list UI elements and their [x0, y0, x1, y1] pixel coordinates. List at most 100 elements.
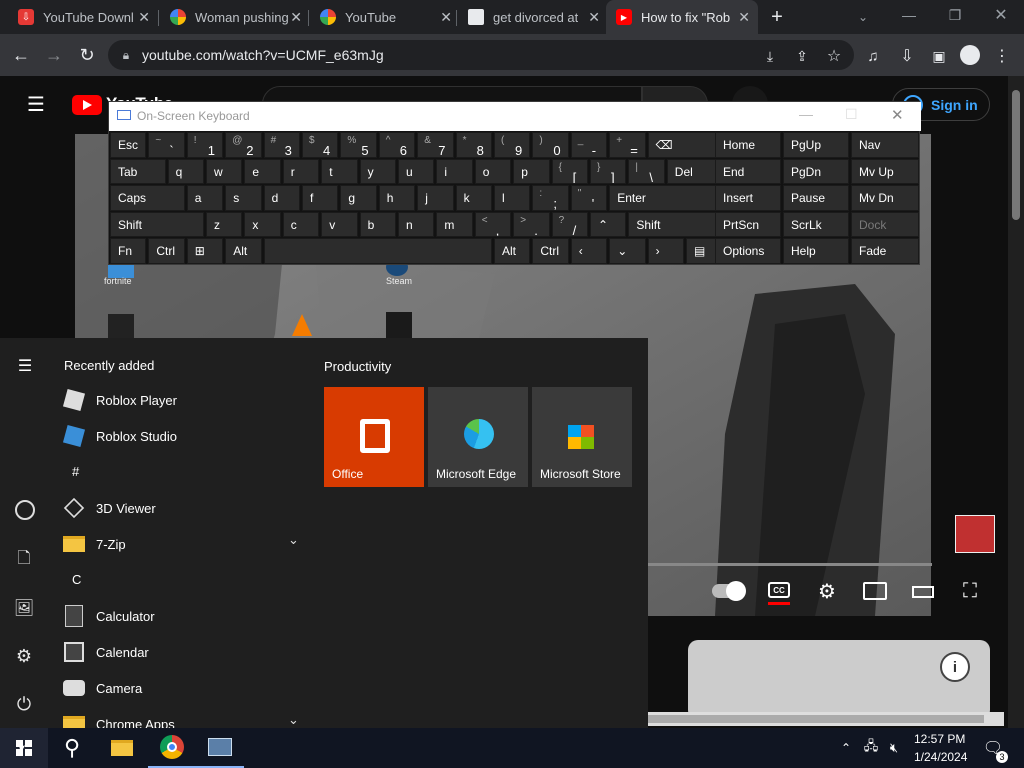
user-account-icon[interactable] — [15, 500, 35, 520]
start-tile[interactable]: Microsoft Store — [532, 387, 632, 487]
osk-title-bar[interactable]: On-Screen Keyboard — ☐ ✕ — [109, 102, 921, 131]
tab-4[interactable]: get divorced at ✕ — [458, 0, 608, 34]
osk-key[interactable]: _ - — [570, 132, 608, 158]
tab-5[interactable]: ▶ How to fix "Rob ✕ — [606, 0, 758, 34]
osk-key[interactable]: Fn — [110, 238, 147, 264]
osk-key[interactable]: | \ — [628, 158, 665, 185]
osk-key[interactable]: Caps — [110, 185, 185, 211]
osk-key[interactable]: n — [398, 211, 435, 238]
osk-key[interactable]: Ctrl — [532, 238, 569, 264]
scrollbar-thumb[interactable] — [1012, 90, 1020, 220]
osk-key[interactable]: h — [378, 185, 416, 211]
osk-key[interactable]: $4 — [302, 132, 339, 158]
osk-key[interactable]: Shift — [110, 211, 204, 238]
chevron-down-icon[interactable]: ⌄ — [288, 712, 299, 728]
miniplayer-icon[interactable] — [863, 582, 887, 600]
tab-close-icon[interactable]: ✕ — [588, 9, 600, 26]
close-window-icon[interactable]: ✕ — [990, 4, 1012, 26]
osk-key[interactable]: v — [321, 211, 358, 238]
tab-close-icon[interactable]: ✕ — [738, 9, 750, 26]
captions-icon[interactable]: CC — [768, 582, 790, 598]
progress-bar[interactable] — [648, 563, 932, 566]
osk-key[interactable]: x — [244, 211, 281, 238]
osk-nav-key[interactable]: PgDn — [783, 158, 849, 185]
tab-close-icon[interactable]: ✕ — [440, 9, 452, 26]
start-app-item[interactable]: Calendar — [62, 634, 302, 670]
osk-key[interactable]: d — [263, 185, 300, 211]
osk-key[interactable]: l — [494, 185, 531, 211]
start-app-item[interactable]: 3D Viewer — [62, 490, 302, 526]
osk-key[interactable]: Esc — [110, 132, 147, 158]
start-letter-header[interactable]: # — [72, 464, 79, 479]
start-app-item[interactable]: Calculator — [62, 598, 302, 634]
osk-key[interactable]: ⊞ — [186, 238, 224, 264]
osk-key[interactable]: y — [359, 158, 396, 185]
side-panel-icon[interactable]: ▣ — [928, 46, 950, 66]
network-icon[interactable]: 🖧︎ — [862, 738, 880, 758]
downloads-icon[interactable]: ⇩ — [896, 46, 918, 66]
osk-key[interactable]: u — [398, 158, 435, 185]
osk-key[interactable]: ! 1 — [186, 132, 224, 158]
fullscreen-icon[interactable]: ⛶ — [958, 579, 982, 603]
osk-key[interactable]: <, — [474, 211, 512, 238]
osk-key[interactable]: e — [244, 158, 281, 185]
osk-nav-key[interactable]: PrtScn — [715, 211, 781, 238]
osk-nav-key[interactable]: Options — [715, 238, 781, 264]
vlc-desktop-icon[interactable] — [292, 314, 312, 336]
tab-close-icon[interactable]: ✕ — [138, 9, 150, 26]
osk-key[interactable]: a — [186, 185, 224, 211]
osk-key[interactable]: + = — [609, 132, 646, 158]
osk-key[interactable]: ‹ — [570, 238, 608, 264]
app-desktop-icon[interactable] — [108, 314, 134, 338]
osk-nav-key[interactable]: Home — [715, 132, 781, 158]
documents-icon[interactable]: 🗋︎ — [12, 548, 36, 572]
clock-time[interactable]: 12:57 PM — [914, 732, 965, 746]
channel-avatar[interactable] — [955, 515, 995, 553]
osk-key[interactable]: Alt — [494, 238, 531, 264]
horizontal-scrollbar[interactable] — [648, 712, 1004, 726]
osk-nav-key[interactable]: PgUp — [783, 132, 849, 158]
start-tile[interactable]: Office — [324, 387, 424, 487]
osk-key[interactable]: s — [225, 185, 262, 211]
start-letter-header[interactable]: C — [72, 572, 81, 587]
chrome-taskbar-icon[interactable] — [148, 728, 196, 768]
osk-key[interactable]: › — [647, 238, 684, 264]
minimize-window-icon[interactable]: — — [898, 4, 920, 26]
osk-key[interactable]: m — [436, 211, 473, 238]
osk-key[interactable]: z — [206, 211, 243, 238]
osk-key[interactable]: & 7 — [417, 132, 454, 158]
osk-key[interactable]: Tab — [110, 158, 166, 185]
osk-key[interactable]: " ' — [570, 185, 608, 211]
back-arrow-icon[interactable]: ← — [10, 44, 32, 66]
osk-key[interactable]: t — [321, 158, 358, 185]
osk-key[interactable]: ⌃ — [590, 211, 627, 238]
osk-key[interactable]: g — [340, 185, 377, 211]
forward-arrow-icon[interactable]: → — [43, 44, 65, 66]
osk-nav-key[interactable]: Mv Up — [851, 158, 919, 185]
horizontal-scrollbar-thumb[interactable] — [648, 715, 984, 723]
profile-avatar[interactable] — [960, 45, 980, 65]
chevron-down-icon[interactable]: ⌄ — [288, 532, 299, 548]
osk-key[interactable]: j — [417, 185, 454, 211]
settings-icon[interactable]: ⚙ — [12, 644, 36, 668]
osk-key[interactable]: ~ ` — [148, 132, 185, 158]
osk-key[interactable]: Enter — [609, 185, 723, 211]
osk-key[interactable]: r — [282, 158, 320, 185]
osk-key[interactable]: #3 — [263, 132, 300, 158]
osk-key[interactable]: o — [474, 158, 512, 185]
osk-key[interactable]: ⌫ — [647, 132, 723, 158]
osk-key[interactable]: f — [302, 185, 339, 211]
osk-key[interactable]: * 8 — [455, 132, 492, 158]
osk-key[interactable]: Shift — [628, 211, 723, 238]
osk-close-icon[interactable]: ✕ — [891, 106, 904, 124]
page-scrollbar[interactable] — [1008, 76, 1024, 728]
install-app-icon[interactable]: ⤓ — [760, 46, 780, 66]
osk-nav-key[interactable]: Pause — [783, 185, 849, 211]
clock-date[interactable]: 1/24/2024 — [914, 750, 967, 764]
tab-search-icon[interactable]: ⌄ — [852, 6, 874, 28]
tab-2[interactable]: Woman pushing ✕ — [160, 0, 310, 34]
osk-key[interactable]: % 5 — [340, 132, 377, 158]
osk-key[interactable]: i — [436, 158, 473, 185]
osk-key[interactable]: Alt — [225, 238, 262, 264]
osk-key[interactable]: @2 — [225, 132, 262, 158]
